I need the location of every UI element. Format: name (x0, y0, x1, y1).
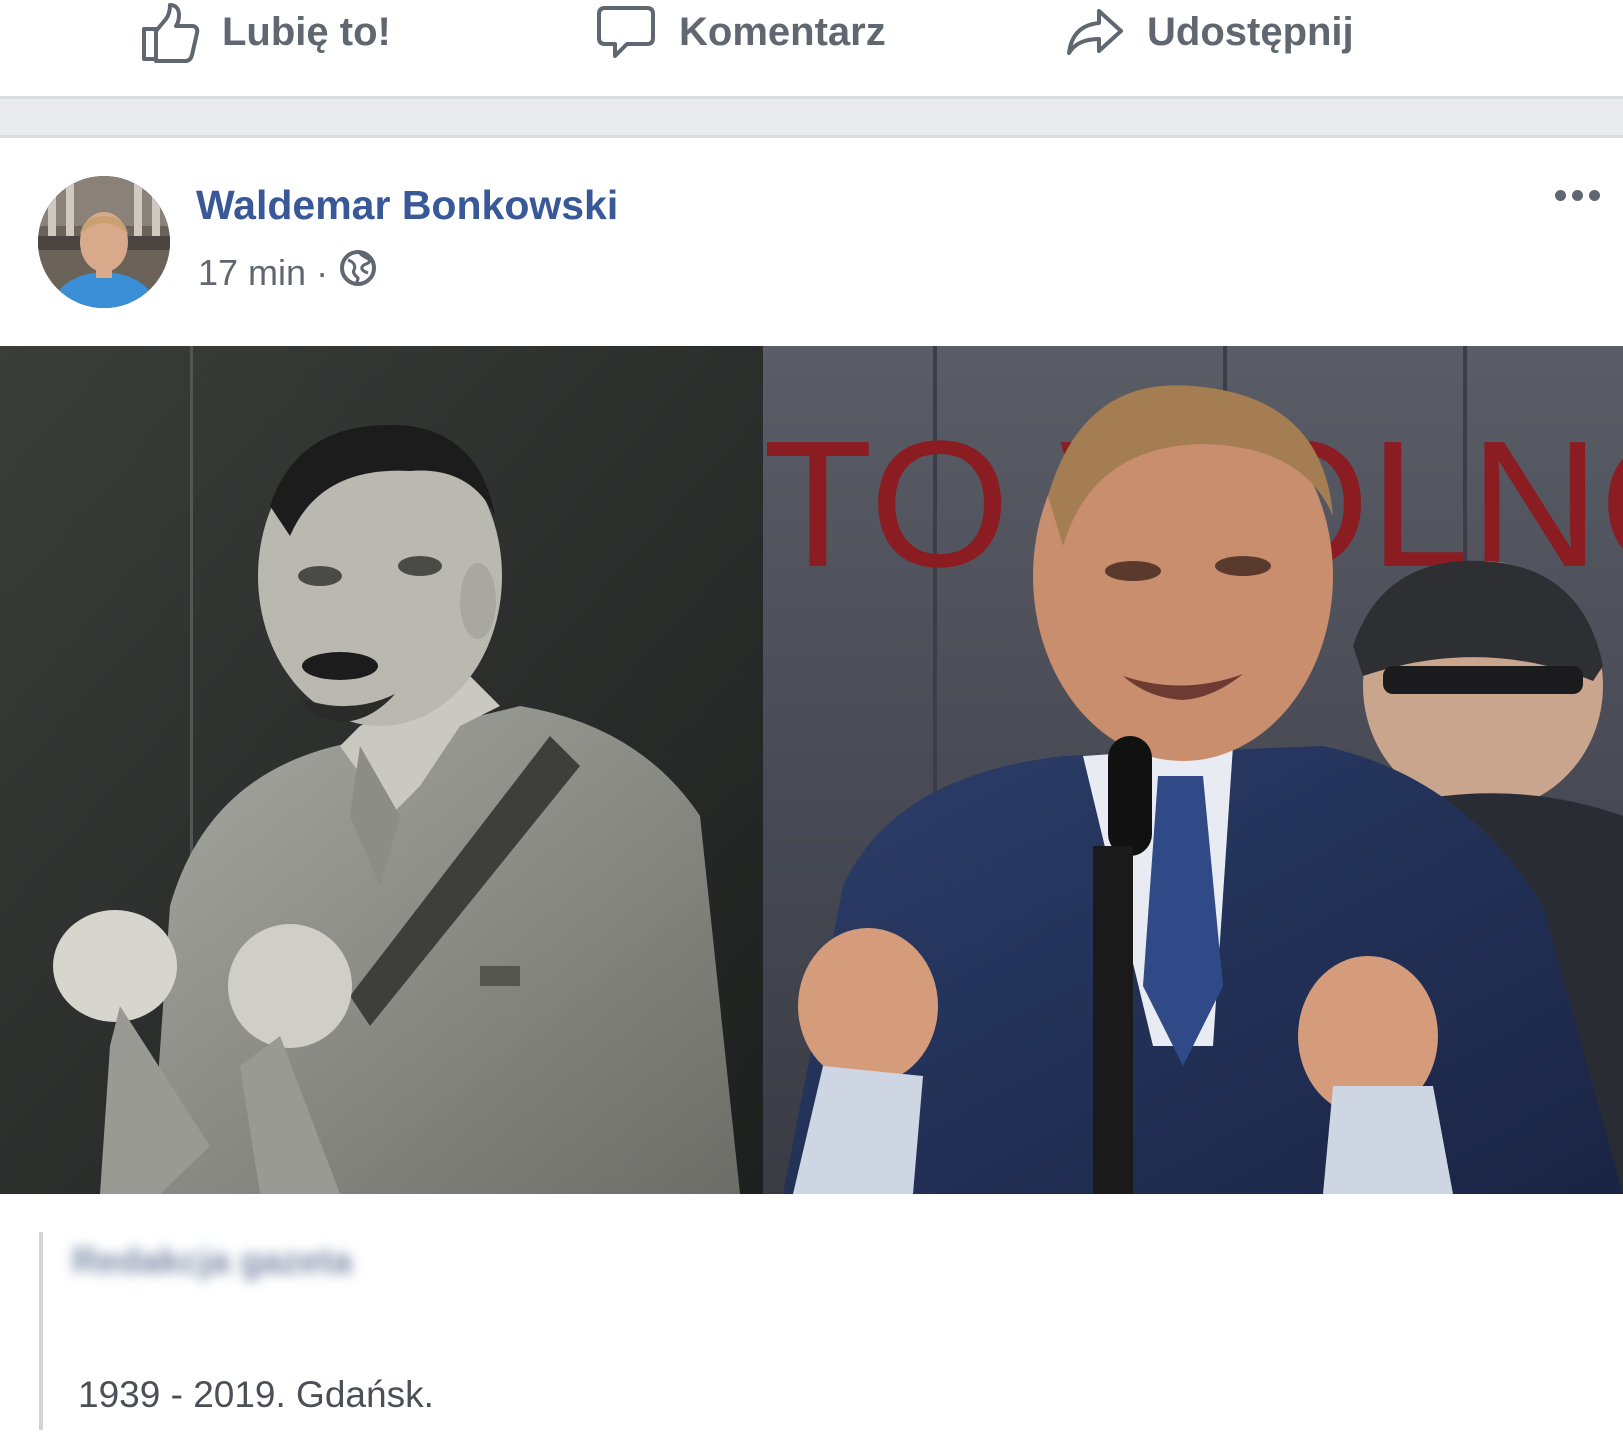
post-photo[interactable]: TO WOLNOŚ (0, 346, 1623, 1194)
thumbs-up-icon (140, 1, 200, 63)
like-label: Lubię to! (222, 9, 391, 54)
post-meta: 17 min · (198, 248, 378, 297)
author-name[interactable]: Waldemar Bonkowski (196, 182, 618, 229)
dot (1555, 189, 1566, 201)
action-bar: Lubię to! Komentarz Udostępnij (0, 0, 1623, 96)
post-separator (0, 96, 1623, 138)
facebook-post-page: Lubię to! Komentarz Udostępnij Waldemar … (0, 0, 1623, 1440)
shared-snippet: Redakcja gazeta 1939 - 2019. Gdańsk. (0, 1194, 1623, 1440)
post-header: Waldemar Bonkowski 17 min · (0, 140, 1623, 345)
like-button[interactable]: Lubię to! (140, 0, 391, 64)
blurred-shared-name[interactable]: Redakcja gazeta (72, 1240, 352, 1282)
post-timestamp[interactable]: 17 min (198, 252, 306, 294)
dot (1589, 189, 1600, 201)
archival-photo-left (0, 346, 763, 1194)
post-text: 1939 - 2019. Gdańsk. (78, 1374, 434, 1415)
comment-button[interactable]: Komentarz (595, 0, 886, 64)
share-button[interactable]: Udostępnij (1065, 0, 1354, 64)
globe-icon[interactable] (338, 248, 378, 297)
quote-bar (39, 1232, 43, 1430)
more-options-button[interactable] (1555, 180, 1615, 210)
comment-label: Komentarz (679, 9, 886, 54)
speech-bubble-icon (595, 2, 657, 62)
dot (1572, 189, 1583, 201)
avatar[interactable] (38, 176, 170, 308)
share-arrow-icon (1065, 5, 1125, 59)
color-photo-right: TO WOLNOŚ (763, 346, 1623, 1194)
share-label: Udostępnij (1147, 9, 1354, 54)
meta-separator: · (316, 251, 329, 293)
